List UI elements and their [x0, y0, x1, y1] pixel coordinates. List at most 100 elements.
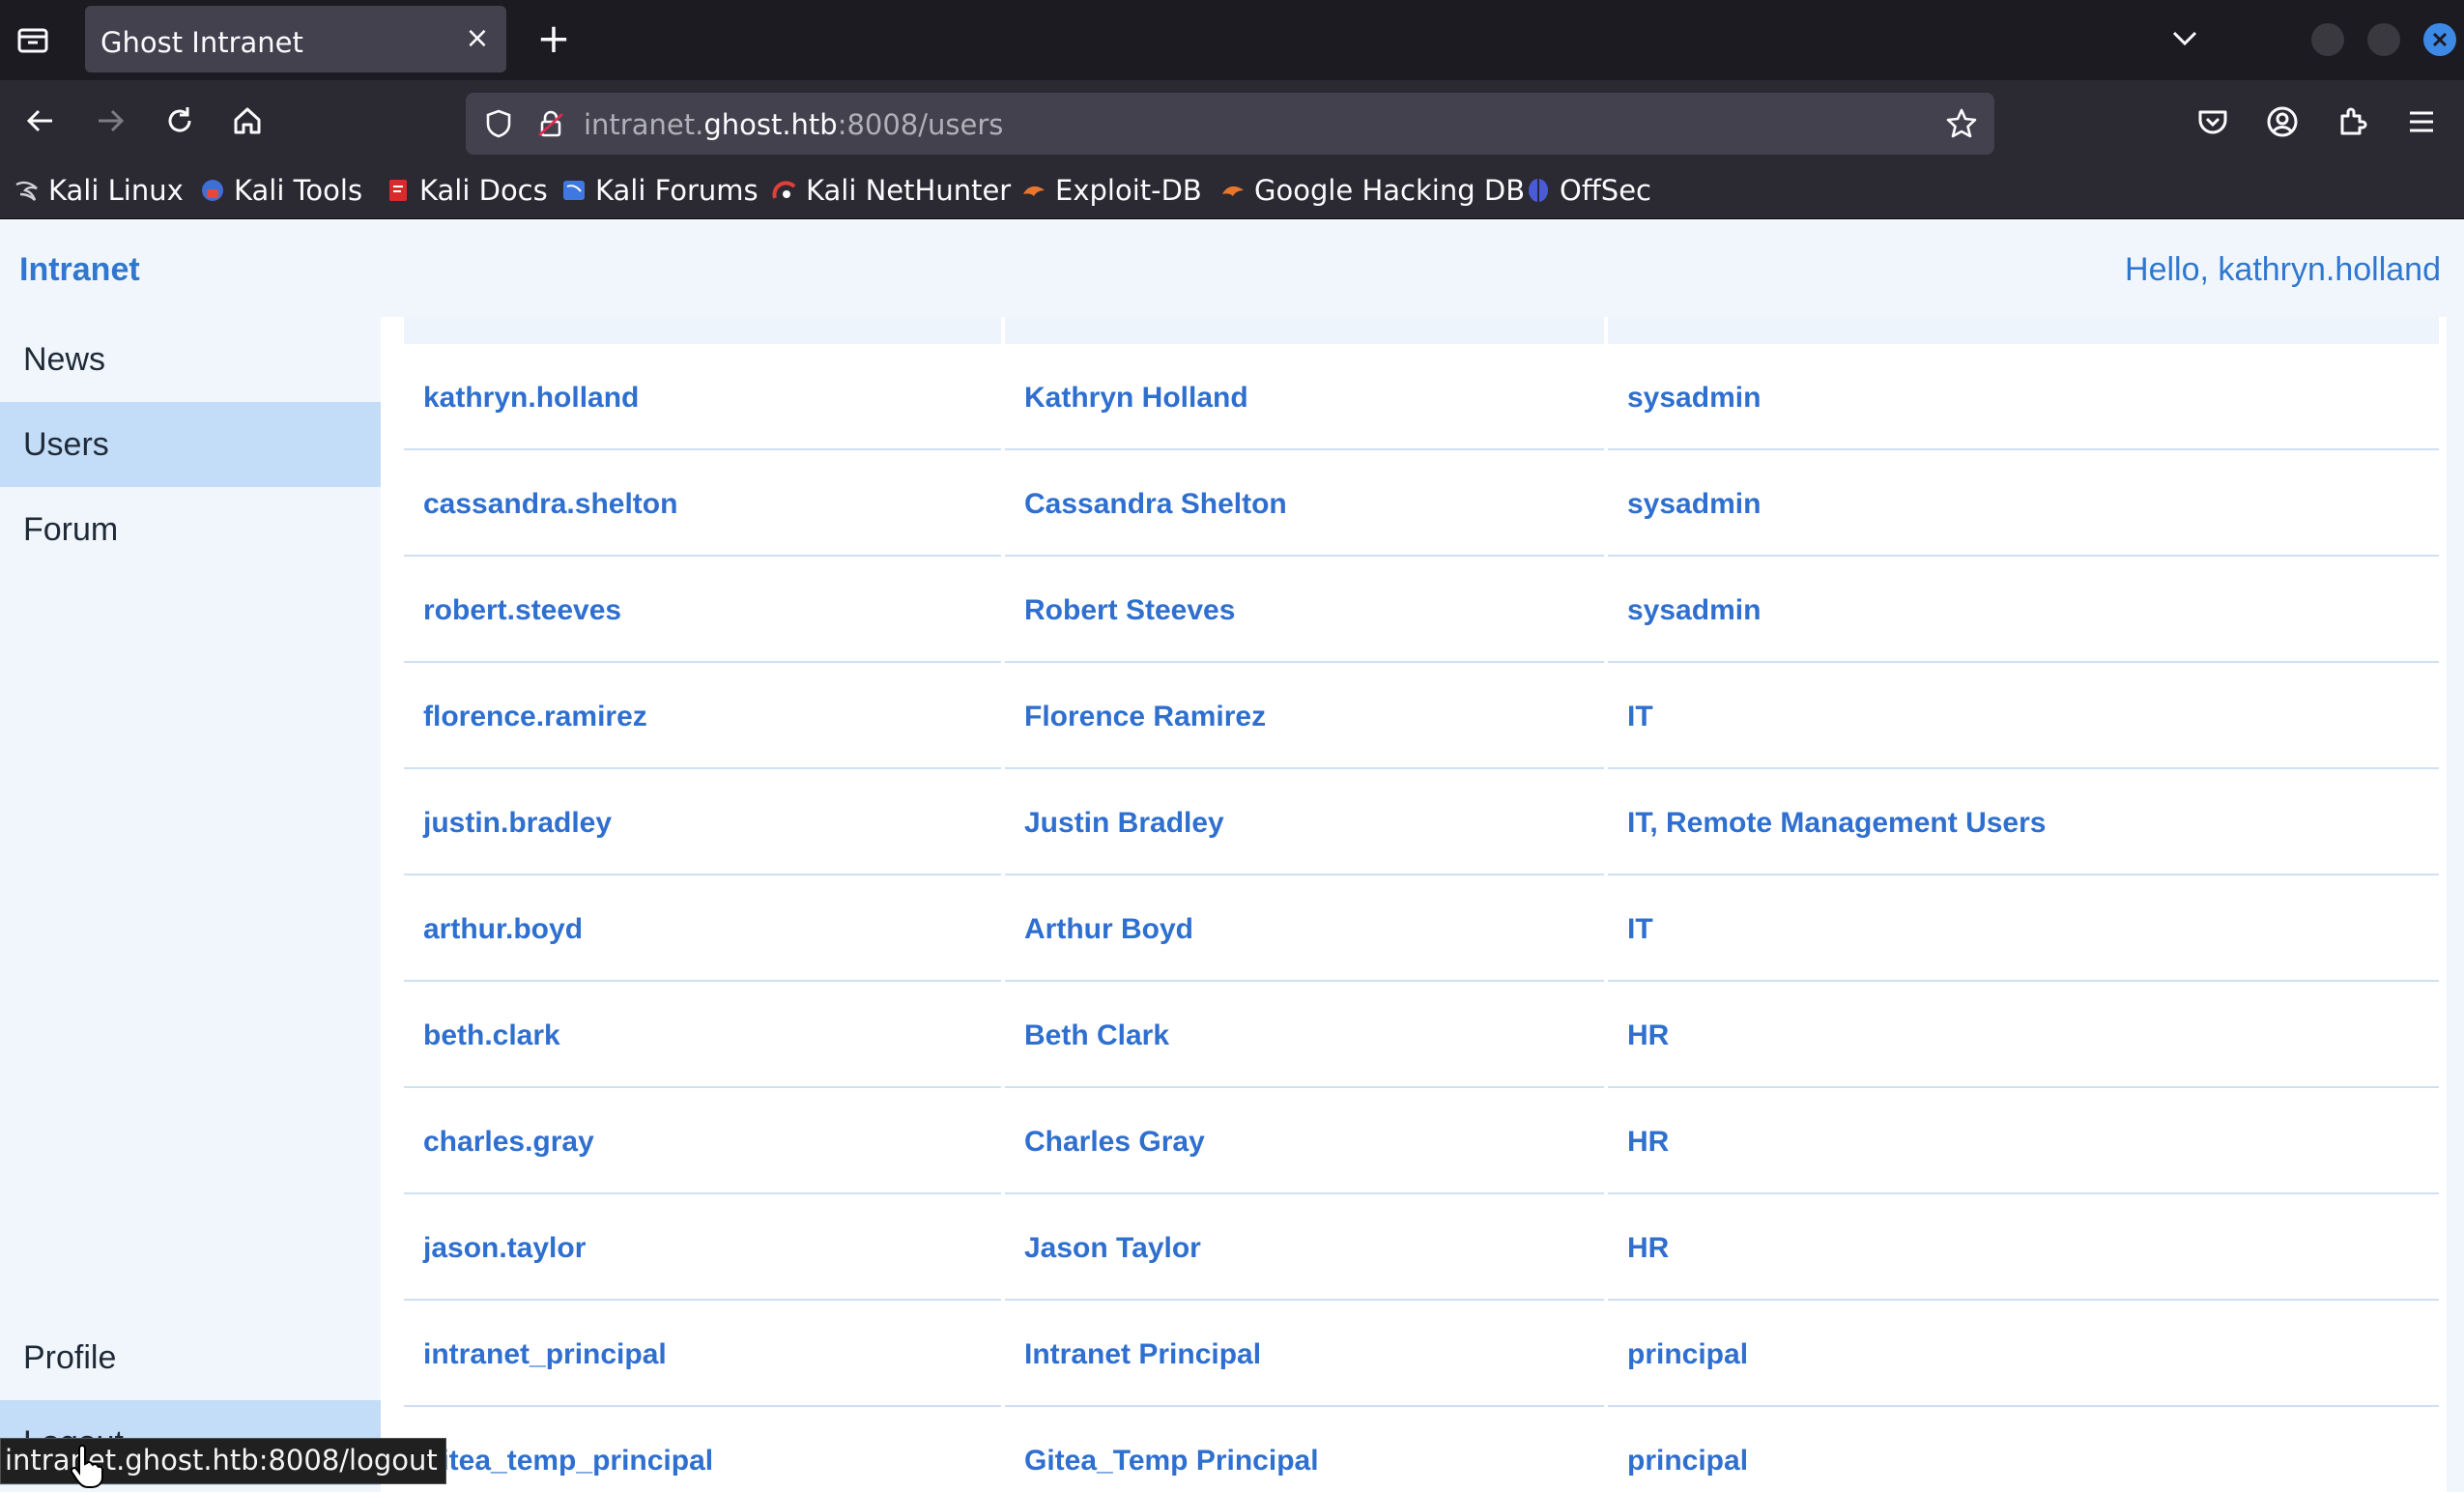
kali-tools-icon — [202, 180, 223, 201]
kali-docs-icon — [389, 180, 407, 201]
username-link[interactable]: florence.ramirez — [404, 665, 1001, 769]
bookmark-label: Kali NetHunter — [806, 174, 1012, 207]
table-row: cassandra.shelton Cassandra Shelton sysadm… — [404, 452, 2439, 559]
reload-icon[interactable] — [157, 98, 203, 144]
tab-title: Ghost Intranet — [100, 26, 303, 59]
groups-link[interactable]: HR — [1608, 1090, 2439, 1194]
table-row: kathryn.holland Kathryn Holland sysadmin — [404, 346, 2439, 452]
bookmark-star-icon[interactable] — [1942, 104, 1981, 143]
fullname-link[interactable]: Beth Clark — [1005, 984, 1604, 1088]
pocket-icon[interactable] — [2192, 100, 2234, 143]
chevron-down-icon[interactable] — [2165, 19, 2204, 58]
fullname-link[interactable]: Justin Bradley — [1005, 771, 1604, 875]
forward-arrow-icon[interactable] — [87, 98, 133, 144]
url-host: ghost.htb — [703, 108, 838, 141]
url-text[interactable]: intranet.ghost.htb:8008/users — [584, 108, 1003, 141]
exploit-db-icon — [1023, 186, 1045, 196]
insecure-lock-icon[interactable] — [533, 106, 568, 141]
hand-cursor-icon — [70, 1445, 103, 1488]
bookmarks-toolbar: Kali Linux Kali Tools Kali Docs Kali For… — [0, 162, 2464, 219]
groups-link[interactable]: principal — [1608, 1409, 2439, 1492]
bookmark-label: Kali Docs — [419, 174, 548, 207]
fullname-link[interactable]: Arthur Boyd — [1005, 877, 1604, 982]
groups-link[interactable]: HR — [1608, 1196, 2439, 1301]
username-link[interactable]: intranet_principal — [404, 1303, 1001, 1407]
brand-link[interactable]: Intranet — [19, 251, 140, 289]
user-greeting[interactable]: Hello, kathryn.holland — [2125, 251, 2441, 289]
table-row: florence.ramirez Florence Ramirez IT — [404, 665, 2439, 771]
username-link[interactable]: jason.taylor — [404, 1196, 1001, 1301]
fullname-link[interactable]: Robert Steeves — [1005, 559, 1604, 663]
username-link[interactable]: cassandra.shelton — [404, 452, 1001, 557]
bookmark-label: Kali Tools — [234, 174, 363, 207]
close-window-button[interactable] — [2423, 23, 2456, 56]
minimize-window-button[interactable] — [2311, 23, 2344, 56]
bookmark-kali-docs[interactable]: Kali Docs — [385, 172, 548, 209]
bookmark-kali-linux[interactable]: Kali Linux — [14, 172, 184, 209]
username-link[interactable]: robert.steeves — [404, 559, 1001, 663]
browser-tab-bar: Ghost Intranet × + — [0, 0, 2464, 80]
sidebar-item-news[interactable]: News — [0, 317, 381, 402]
users-table: kathryn.holland Kathryn Holland sysadmin ca… — [381, 317, 2447, 1492]
username-link[interactable]: kathryn.holland — [404, 346, 1001, 450]
table-row: intranet_principal Intranet Principal prin… — [404, 1303, 2439, 1409]
url-prefix: intranet. — [584, 108, 704, 141]
kali-forums-icon — [563, 181, 585, 200]
bookmark-label: Exploit-DB — [1055, 174, 1202, 207]
groups-link[interactable]: IT — [1608, 665, 2439, 769]
kali-dragon-icon — [15, 181, 38, 201]
table-row: jason.taylor Jason Taylor HR — [404, 1196, 2439, 1303]
fullname-link[interactable]: Intranet Principal — [1005, 1303, 1604, 1407]
browser-tab[interactable]: Ghost Intranet × — [85, 6, 506, 72]
bookmark-kali-nethunter[interactable]: Kali NetHunter — [771, 172, 1011, 209]
fullname-link[interactable]: Charles Gray — [1005, 1090, 1604, 1194]
sidebar-item-profile[interactable]: Profile — [0, 1315, 381, 1400]
account-icon[interactable] — [2261, 100, 2304, 143]
username-link[interactable]: charles.gray — [404, 1090, 1001, 1194]
groups-link[interactable]: IT, Remote Management Users — [1608, 771, 2439, 875]
address-bar[interactable]: intranet.ghost.htb:8008/users — [466, 93, 1994, 155]
bookmark-offsec[interactable]: OffSec — [1525, 172, 1651, 209]
url-path: :8008/users — [837, 108, 1004, 141]
new-tab-icon[interactable]: + — [534, 18, 573, 59]
groups-link[interactable]: HR — [1608, 984, 2439, 1088]
table-row: justin.bradley Justin Bradley IT, Remote M… — [404, 771, 2439, 877]
fullname-link[interactable]: Florence Ramirez — [1005, 665, 1604, 769]
groups-link[interactable]: IT — [1608, 877, 2439, 982]
bookmark-label: OffSec — [1560, 174, 1652, 207]
tab-close-icon[interactable]: × — [462, 23, 493, 54]
bookmark-google-hacking-db[interactable]: Google Hacking DB — [1219, 172, 1525, 209]
groups-link[interactable]: sysadmin — [1608, 559, 2439, 663]
table-row: robert.steeves Robert Steeves sysadmin — [404, 559, 2439, 665]
groups-link[interactable]: sysadmin — [1608, 346, 2439, 450]
bookmark-kali-forums[interactable]: Kali Forums — [560, 172, 759, 209]
bookmark-exploit-db[interactable]: Exploit-DB — [1020, 172, 1202, 209]
ghdb-icon — [1222, 186, 1244, 196]
intranet-page: Intranet Hello, kathryn.holland News Use… — [0, 220, 2464, 1492]
table-row: gitea_temp_principal Gitea_Temp Principal… — [404, 1409, 2439, 1492]
maximize-window-button[interactable] — [2367, 23, 2400, 56]
groups-link[interactable]: sysadmin — [1608, 452, 2439, 557]
sidebar-item-forum[interactable]: Forum — [0, 487, 381, 572]
username-link[interactable]: beth.clark — [404, 984, 1001, 1088]
bookmark-kali-tools[interactable]: Kali Tools — [199, 172, 362, 209]
sidebar-item-users[interactable]: Users — [0, 402, 381, 487]
table-row: charles.gray Charles Gray HR — [404, 1090, 2439, 1196]
browser-nav-bar: intranet.ghost.htb:8008/users — [0, 80, 2464, 162]
back-arrow-icon[interactable] — [17, 98, 64, 144]
extensions-icon[interactable] — [2331, 100, 2373, 143]
tracking-shield-icon[interactable] — [481, 106, 516, 141]
bookmark-label: Kali Forums — [595, 174, 759, 207]
username-link[interactable]: arthur.boyd — [404, 877, 1001, 982]
tab-list-icon[interactable] — [14, 19, 52, 58]
fullname-link[interactable]: Cassandra Shelton — [1005, 452, 1604, 557]
menu-hamburger-icon[interactable] — [2400, 100, 2443, 143]
groups-link[interactable]: principal — [1608, 1303, 2439, 1407]
fullname-link[interactable]: Jason Taylor — [1005, 1196, 1604, 1301]
username-link[interactable]: justin.bradley — [404, 771, 1001, 875]
fullname-link[interactable]: Gitea_Temp Principal — [1005, 1409, 1604, 1492]
username-link[interactable]: gitea_temp_principal — [404, 1409, 1001, 1492]
fullname-link[interactable]: Kathryn Holland — [1005, 346, 1604, 450]
home-icon[interactable] — [224, 98, 271, 144]
table-row: beth.clark Beth Clark HR — [404, 984, 2439, 1090]
